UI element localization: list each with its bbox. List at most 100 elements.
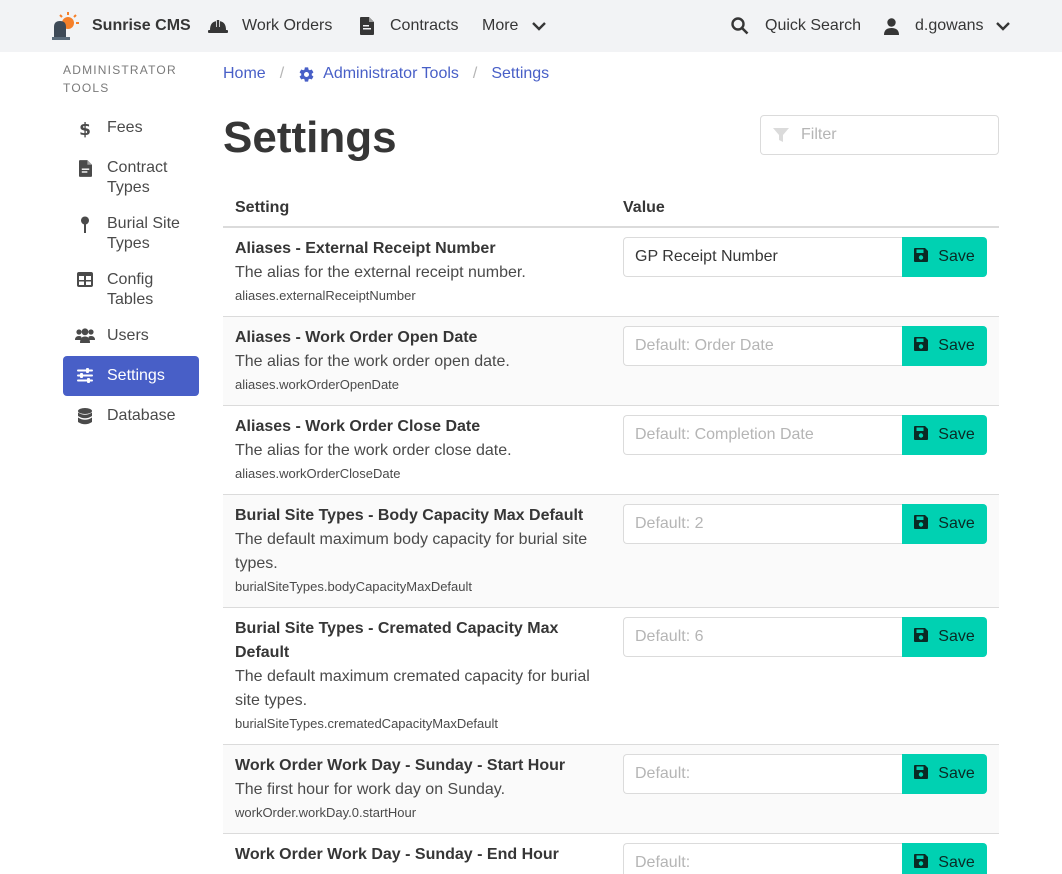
top-navbar: Sunrise CMS Work Orders Contracts More Q… [0, 0, 1062, 52]
setting-key: aliases.workOrderCloseDate [235, 466, 401, 481]
save-icon [914, 853, 938, 873]
file-contract-icon [63, 158, 107, 177]
setting-name: Aliases - External Receipt Number [235, 240, 496, 257]
value-cell: Save [623, 237, 987, 277]
chevron-down-icon [995, 21, 1010, 31]
hard-hat-icon [208, 18, 228, 34]
breadcrumb-home[interactable]: Home [223, 65, 266, 83]
sliders-icon [63, 366, 107, 383]
save-button-label: Save [938, 426, 975, 443]
save-button-label: Save [938, 854, 975, 871]
sidebar-item-config-tables[interactable]: Config Tables [63, 260, 199, 316]
table-row: Aliases - Work Order Close Date The alia… [223, 406, 999, 495]
save-button[interactable]: Save [902, 237, 987, 277]
save-button[interactable]: Save [902, 843, 987, 874]
brand-name: Sunrise CMS [92, 17, 191, 34]
save-button-label: Save [938, 515, 975, 532]
save-button-label: Save [938, 765, 975, 782]
nav-contracts-label: Contracts [390, 17, 459, 34]
sidebar-item-contract-types[interactable]: Contract Types [63, 148, 199, 204]
sidebar-item-fees[interactable]: $ Fees [63, 108, 199, 148]
nav-work-orders[interactable]: Work Orders [208, 0, 332, 52]
sidebar-item-database[interactable]: Database [63, 396, 199, 436]
setting-cell: Burial Site Types - Body Capacity Max De… [235, 504, 605, 598]
table-row: Work Order Work Day - Sunday - Start Hou… [223, 745, 999, 834]
map-pin-icon [63, 214, 107, 233]
search-icon [731, 17, 749, 35]
value-cell: Save [623, 415, 987, 455]
setting-description: The alias for the work order close date. [235, 442, 512, 459]
save-button[interactable]: Save [902, 326, 987, 366]
setting-name: Aliases - Work Order Close Date [235, 418, 481, 435]
setting-name: Burial Site Types - Body Capacity Max De… [235, 507, 584, 524]
breadcrumb-admin-label: Administrator Tools [323, 65, 459, 82]
nav-more-dropdown[interactable]: More [482, 0, 547, 52]
breadcrumb-separator: / [472, 65, 478, 82]
database-icon [63, 406, 107, 425]
value-cell: Save [623, 843, 987, 874]
setting-value-input[interactable] [623, 754, 902, 794]
save-button-label: Save [938, 337, 975, 354]
value-cell: Save [623, 617, 987, 657]
setting-description: The first hour for work day on Sunday. [235, 781, 506, 798]
brand-link[interactable]: Sunrise CMS [50, 0, 191, 52]
sidebar-item-settings[interactable]: Settings [63, 356, 199, 396]
nav-contracts[interactable]: Contracts [360, 0, 458, 52]
breadcrumb-separator: / [279, 65, 285, 82]
save-icon [914, 627, 938, 647]
breadcrumb-admin-tools[interactable]: Administrator Tools [298, 65, 459, 83]
setting-value-input[interactable] [623, 617, 902, 657]
setting-description: The alias for the work order open date. [235, 353, 510, 370]
value-cell: Save [623, 754, 987, 794]
save-icon [914, 425, 938, 445]
save-button[interactable]: Save [902, 504, 987, 544]
setting-cell: Work Order Work Day - Sunday - End Hour [235, 843, 605, 867]
setting-key: workOrder.workDay.0.startHour [235, 805, 417, 820]
setting-cell: Work Order Work Day - Sunday - Start Hou… [235, 754, 605, 824]
page-title: Settings [223, 113, 397, 162]
sidebar-item-label: Fees [107, 119, 143, 136]
table-row: Work Order Work Day - Sunday - End Hour … [223, 834, 999, 874]
setting-value-input[interactable] [623, 843, 902, 874]
save-button[interactable]: Save [902, 415, 987, 455]
setting-cell: Burial Site Types - Cremated Capacity Ma… [235, 617, 605, 735]
save-button[interactable]: Save [902, 617, 987, 657]
filter-input[interactable] [801, 126, 991, 144]
setting-cell: Aliases - Work Order Close Date The alia… [235, 415, 605, 485]
setting-name: Work Order Work Day - Sunday - End Hour [235, 846, 559, 863]
column-header-setting: Setting [235, 199, 290, 216]
save-icon [914, 247, 938, 267]
setting-value-input[interactable] [623, 504, 902, 544]
setting-description: The default maximum cremated capacity fo… [235, 668, 590, 709]
sidebar-item-burial-site-types[interactable]: Burial Site Types [63, 204, 199, 260]
sidebar-item-users[interactable]: Users [63, 316, 199, 356]
sidebar-item-label: Config Tables [107, 271, 154, 308]
settings-table: Setting Value Aliases - External Receipt… [223, 190, 999, 874]
setting-description: The default maximum body capacity for bu… [235, 531, 588, 572]
quick-search-link[interactable]: Quick Search [731, 0, 861, 52]
sunrise-logo-icon [50, 11, 80, 41]
breadcrumb: Home / Administrator Tools / Settings [223, 62, 549, 86]
setting-value-input[interactable] [623, 326, 902, 366]
column-header-value: Value [623, 199, 665, 216]
sidebar-menu-label: Administrator Tools [63, 63, 177, 95]
save-button-label: Save [938, 628, 975, 645]
gear-icon [298, 66, 315, 83]
setting-key: burialSiteTypes.bodyCapacityMaxDefault [235, 579, 473, 594]
setting-value-input[interactable] [623, 237, 902, 277]
sidebar-item-label: Users [107, 327, 149, 344]
setting-value-input[interactable] [623, 415, 902, 455]
dollar-icon: $ [63, 118, 107, 138]
user-menu-dropdown[interactable]: d.gowans [884, 0, 1010, 52]
setting-name: Burial Site Types - Cremated Capacity Ma… [235, 620, 559, 661]
username: d.gowans [915, 17, 984, 34]
breadcrumb-current[interactable]: Settings [491, 65, 549, 83]
save-button[interactable]: Save [902, 754, 987, 794]
setting-cell: Aliases - Work Order Open Date The alias… [235, 326, 605, 396]
nav-work-orders-label: Work Orders [242, 17, 333, 34]
setting-cell: Aliases - External Receipt Number The al… [235, 237, 605, 307]
value-cell: Save [623, 504, 987, 544]
save-icon [914, 514, 938, 534]
save-icon [914, 336, 938, 356]
setting-key: aliases.workOrderOpenDate [235, 377, 400, 392]
